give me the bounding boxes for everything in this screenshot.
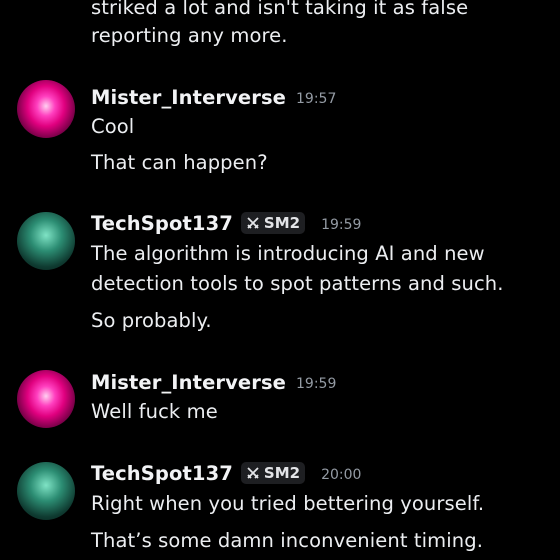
crossed-swords-icon bbox=[247, 217, 259, 229]
username[interactable]: TechSpot137 bbox=[91, 212, 233, 235]
username[interactable]: TechSpot137 bbox=[91, 462, 233, 485]
username[interactable]: Mister_Interverse bbox=[91, 86, 286, 109]
avatar[interactable] bbox=[17, 80, 75, 138]
guild-tag-label: SM2 bbox=[263, 214, 301, 232]
message-text: The algorithm is introducing AI and new bbox=[91, 242, 485, 265]
username[interactable]: Mister_Interverse bbox=[91, 371, 286, 394]
message-text: Right when you tried bettering yourself. bbox=[91, 492, 485, 515]
crossed-swords-icon bbox=[247, 467, 259, 479]
message-text: striked a lot and isn't taking it as fal… bbox=[91, 0, 469, 19]
message-text: So probably. bbox=[91, 309, 212, 332]
timestamp: 19:59 bbox=[321, 216, 362, 233]
message-text: Cool bbox=[91, 115, 135, 138]
message-text: Well fuck me bbox=[91, 400, 218, 423]
timestamp: 19:57 bbox=[296, 90, 337, 107]
message-header: Mister_Interverse 19:57 bbox=[91, 82, 336, 112]
guild-tag-label: SM2 bbox=[263, 464, 301, 482]
message-header: TechSpot137 SM2 20:00 bbox=[91, 458, 361, 488]
message-text: That can happen? bbox=[91, 151, 268, 174]
avatar[interactable] bbox=[17, 462, 75, 520]
chat-message-list[interactable]: striked a lot and isn't taking it as fal… bbox=[0, 0, 560, 560]
avatar[interactable] bbox=[17, 212, 75, 270]
message-text: That’s some damn inconvenient timing. bbox=[91, 529, 483, 552]
avatar[interactable] bbox=[17, 370, 75, 428]
message-header: Mister_Interverse 19:59 bbox=[91, 367, 336, 397]
message-text: reporting any more. bbox=[91, 24, 288, 47]
timestamp: 20:00 bbox=[321, 466, 362, 483]
guild-tag-badge[interactable]: SM2 bbox=[240, 462, 306, 484]
message-text: detection tools to spot patterns and suc… bbox=[91, 272, 504, 295]
timestamp: 19:59 bbox=[296, 375, 337, 392]
message-header: TechSpot137 SM2 19:59 bbox=[91, 208, 361, 238]
guild-tag-badge[interactable]: SM2 bbox=[240, 212, 306, 234]
